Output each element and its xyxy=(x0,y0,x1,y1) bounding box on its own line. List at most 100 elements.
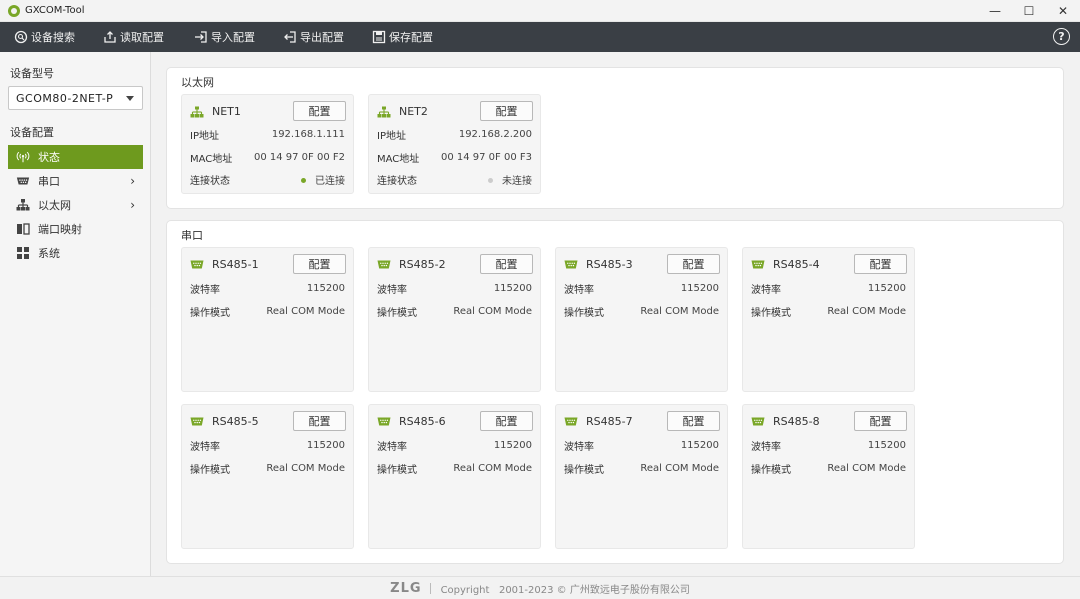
card-name: RS485-5 xyxy=(212,415,259,428)
serial-port-icon xyxy=(564,416,578,428)
ip-value: 192.168.1.111 xyxy=(271,128,345,140)
sidebar-item-label: 以太网 xyxy=(38,199,71,212)
card-name: RS485-1 xyxy=(212,258,259,271)
antenna-icon xyxy=(16,150,30,164)
status-label: 连接状态 xyxy=(190,175,230,187)
sidebar: 设备型号 GCOM80-2NET-P 设备配置 状态 串口 › 以太网 › 端口… xyxy=(0,52,151,576)
upload-icon xyxy=(103,30,117,44)
card-header: RS485-6 xyxy=(377,415,446,428)
mode-value: Real COM Mode xyxy=(640,462,719,474)
mac-label: MAC地址 xyxy=(377,153,420,165)
serial-card: RS485-1 配置 波特率 115200 操作模式 Real COM Mode xyxy=(181,247,354,392)
save-config-button[interactable]: 保存配置 xyxy=(372,22,433,52)
card-name: RS485-7 xyxy=(586,415,633,428)
status-dot-icon xyxy=(488,178,493,183)
serial-port-icon xyxy=(751,416,765,428)
serial-port-icon xyxy=(751,259,765,271)
net-card: NET2 配置 IP地址 192.168.2.200 MAC地址 00 14 9… xyxy=(368,94,541,194)
status-text: 未连接 xyxy=(502,175,532,187)
serial-config-button[interactable]: 配置 xyxy=(667,411,720,431)
card-header: RS485-1 xyxy=(190,258,259,271)
baud-row: 波特率 115200 xyxy=(190,438,345,453)
port-mapping-icon xyxy=(16,222,30,236)
export-icon xyxy=(283,30,297,44)
serial-config-button[interactable]: 配置 xyxy=(667,254,720,274)
mode-row: 操作模式 Real COM Mode xyxy=(377,461,532,476)
sidebar-item-label: 端口映射 xyxy=(38,223,82,236)
window-title: GXCOM-Tool xyxy=(25,5,85,16)
footer: ZLG Copyright 2001-2023 © 广州致远电子股份有限公司 xyxy=(0,576,1080,599)
sidebar-item-label: 状态 xyxy=(38,151,60,164)
card-header: RS485-8 xyxy=(751,415,820,428)
title-bar: GXCOM-Tool — ☐ ✕ xyxy=(0,0,1080,22)
chevron-down-icon xyxy=(126,96,134,101)
maximize-button[interactable]: ☐ xyxy=(1012,0,1046,22)
card-header: NET1 xyxy=(190,105,241,118)
mode-value: Real COM Mode xyxy=(827,305,906,317)
serial-card: RS485-7 配置 波特率 115200 操作模式 Real COM Mode xyxy=(555,404,728,549)
baud-value: 115200 xyxy=(493,282,532,294)
baud-value: 115200 xyxy=(867,282,906,294)
baud-label: 波特率 xyxy=(377,441,407,453)
ip-value: 192.168.2.200 xyxy=(458,128,532,140)
import-config-button[interactable]: 导入配置 xyxy=(194,22,255,52)
baud-value: 115200 xyxy=(493,439,532,451)
card-header: RS485-2 xyxy=(377,258,446,271)
search-icon xyxy=(14,30,28,44)
card-header: NET2 xyxy=(377,105,428,118)
export-config-label: 导出配置 xyxy=(300,31,344,44)
baud-row: 波特率 115200 xyxy=(377,438,532,453)
serial-port-icon xyxy=(377,416,391,428)
mac-label: MAC地址 xyxy=(190,153,233,165)
status-value: 未连接 xyxy=(488,172,532,187)
export-config-button[interactable]: 导出配置 xyxy=(283,22,344,52)
device-config-label: 设备配置 xyxy=(10,126,54,139)
serial-config-button[interactable]: 配置 xyxy=(854,254,907,274)
card-name: RS485-4 xyxy=(773,258,820,271)
close-button[interactable]: ✕ xyxy=(1046,0,1080,22)
mode-value: Real COM Mode xyxy=(266,462,345,474)
baud-label: 波特率 xyxy=(564,284,594,296)
baud-row: 波特率 115200 xyxy=(564,281,719,296)
device-model-select[interactable]: GCOM80-2NET-P xyxy=(8,86,143,110)
serial-config-button[interactable]: 配置 xyxy=(480,411,533,431)
mode-row: 操作模式 Real COM Mode xyxy=(377,304,532,319)
chevron-right-icon: › xyxy=(130,174,135,188)
serial-port-icon xyxy=(377,259,391,271)
sidebar-item-serial[interactable]: 串口 › xyxy=(8,169,143,193)
serial-config-button[interactable]: 配置 xyxy=(480,254,533,274)
baud-label: 波特率 xyxy=(190,284,220,296)
serial-config-button[interactable]: 配置 xyxy=(854,411,907,431)
minimize-button[interactable]: — xyxy=(978,0,1012,22)
serial-config-button[interactable]: 配置 xyxy=(293,254,346,274)
serial-title: 串口 xyxy=(181,229,203,242)
mode-value: Real COM Mode xyxy=(453,462,532,474)
mac-value: 00 14 97 0F 00 F3 xyxy=(440,151,532,163)
net1-config-button[interactable]: 配置 xyxy=(293,101,346,121)
device-search-button[interactable]: 设备搜索 xyxy=(14,22,75,52)
save-config-label: 保存配置 xyxy=(389,31,433,44)
baud-value: 115200 xyxy=(680,282,719,294)
serial-card: RS485-4 配置 波特率 115200 操作模式 Real COM Mode xyxy=(742,247,915,392)
net2-config-button[interactable]: 配置 xyxy=(480,101,533,121)
serial-config-button[interactable]: 配置 xyxy=(293,411,346,431)
mode-row: 操作模式 Real COM Mode xyxy=(190,304,345,319)
mode-value: Real COM Mode xyxy=(266,305,345,317)
mode-label: 操作模式 xyxy=(564,464,604,476)
read-config-button[interactable]: 读取配置 xyxy=(103,22,164,52)
ethernet-panel: 以太网 NET1 配置 IP地址 192.168.1.111 MAC地址 00 … xyxy=(166,67,1064,209)
sidebar-item-port-mapping[interactable]: 端口映射 xyxy=(8,217,143,241)
sidebar-item-ethernet[interactable]: 以太网 › xyxy=(8,193,143,217)
grid-icon xyxy=(16,246,30,260)
sidebar-item-status[interactable]: 状态 xyxy=(8,145,143,169)
card-name: RS485-3 xyxy=(586,258,633,271)
mode-row: 操作模式 Real COM Mode xyxy=(190,461,345,476)
chevron-right-icon: › xyxy=(130,198,135,212)
baud-label: 波特率 xyxy=(190,441,220,453)
card-name: RS485-2 xyxy=(399,258,446,271)
ip-label: IP地址 xyxy=(377,130,406,142)
baud-label: 波特率 xyxy=(564,441,594,453)
serial-panel: 串口 RS485-1 配置 波特率 115200 操作模式 Real COM Mode RS… xyxy=(166,220,1064,564)
sidebar-item-system[interactable]: 系统 xyxy=(8,241,143,265)
help-icon[interactable]: ? xyxy=(1053,28,1070,45)
